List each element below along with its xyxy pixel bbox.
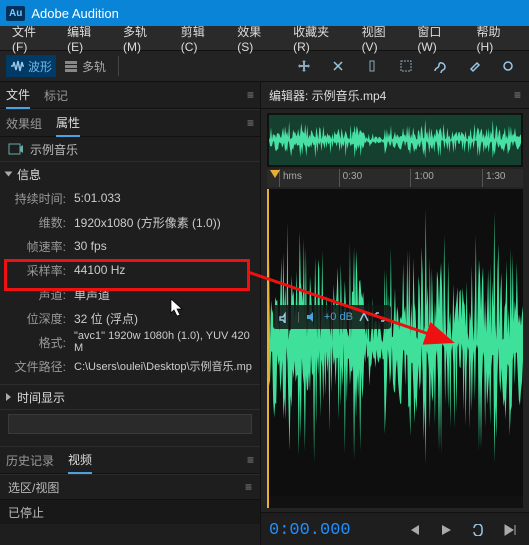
waveform-label: 波形: [28, 58, 52, 75]
menu-view[interactable]: 视图(V): [354, 23, 410, 54]
tool-lasso[interactable]: [425, 55, 455, 77]
timedisplay-section-header[interactable]: 时间显示: [0, 384, 260, 409]
fx-slot[interactable]: [0, 409, 260, 447]
tab-history[interactable]: 历史记录: [6, 448, 54, 473]
skip-button[interactable]: [499, 519, 521, 541]
multitrack-label: 多轨: [82, 58, 106, 75]
disclosure-triangle-icon: [5, 172, 13, 177]
info-dimensions: 维数:1920x1080 (方形像素 (1.0)): [0, 210, 260, 234]
status-bar: 已停止: [0, 499, 260, 524]
tick-label: 0:30: [343, 171, 362, 182]
main-wave-icon: [267, 189, 523, 496]
info-duration: 持续时间:5:01.033: [0, 186, 260, 210]
waveform-display[interactable]: | +0 dB: [267, 189, 523, 508]
editor-header: 编辑器: 示例音乐.mp4 ≡: [261, 82, 529, 109]
overview-waveform[interactable]: [267, 113, 523, 167]
tool-marquee[interactable]: [391, 55, 421, 77]
props-tabrow: 效果组 属性 ≡: [0, 109, 260, 137]
tick-hms: hms: [283, 171, 302, 182]
editor-title: 编辑器: 示例音乐.mp4: [269, 87, 386, 104]
waveform-icon: [10, 59, 24, 73]
expand-icon: [375, 312, 385, 322]
hud-volume[interactable]: | +0 dB: [273, 305, 391, 329]
menu-window[interactable]: 窗口(W): [409, 23, 468, 54]
main-area: 文件 标记 ≡ 效果组 属性 ≡ 示例音乐 信息 持续时间:5:01.033 维…: [0, 82, 529, 545]
selection-view-label: 选区/视图: [8, 479, 59, 496]
left-panel: 文件 标记 ≡ 效果组 属性 ≡ 示例音乐 信息 持续时间:5:01.033 维…: [0, 82, 261, 545]
tool-razor[interactable]: [323, 55, 353, 77]
razor-icon: [331, 59, 345, 73]
info-format: 格式:"avc1" 1920w 1080h (1.0), YUV 420 M: [0, 330, 260, 354]
menu-effects[interactable]: 效果(S): [229, 23, 285, 54]
hud-db-value: +0 dB: [324, 311, 353, 323]
tick-label: 1:30: [486, 171, 505, 182]
overview-wave-icon: [269, 115, 521, 165]
playhead-line: [267, 189, 269, 508]
loop-button[interactable]: [467, 519, 489, 541]
volume-icon: [306, 311, 318, 323]
menu-help[interactable]: 帮助(H): [469, 23, 526, 54]
menu-multitrack[interactable]: 多轨(M): [115, 23, 173, 54]
info-samplerate: 采样率:44100 Hz: [0, 258, 260, 282]
spot-icon: [501, 59, 515, 73]
editor-panel: 编辑器: 示例音乐.mp4 ≡ hms 0:30 1:00 1:30: [261, 82, 529, 545]
multitrack-icon: [64, 59, 78, 73]
menu-edit[interactable]: 编辑(E): [59, 23, 115, 54]
brush-icon: [433, 59, 447, 73]
toolbar: 波形 多轨: [0, 51, 529, 82]
multitrack-view-button[interactable]: 多轨: [60, 55, 110, 77]
tick-label: 1:00: [414, 171, 433, 182]
panel-menu-icon-4[interactable]: ≡: [245, 480, 252, 494]
tool-time[interactable]: [357, 55, 387, 77]
move-icon: [297, 59, 311, 73]
marquee-icon: [399, 59, 413, 73]
app-logo: Au: [6, 6, 25, 21]
info-bitdepth: 位深度:32 位 (浮点): [0, 306, 260, 330]
play-button[interactable]: [435, 519, 457, 541]
panel-menu-icon-3[interactable]: ≡: [247, 453, 254, 467]
disclosure-triangle-icon: [6, 393, 11, 401]
asset-name: 示例音乐: [30, 141, 78, 158]
tool-spot[interactable]: [493, 55, 523, 77]
info-channels: 声道:单声道: [0, 282, 260, 306]
fx-icon: [359, 312, 369, 322]
tool-brush[interactable]: [459, 55, 489, 77]
status-text: 已停止: [8, 504, 44, 521]
asset-row[interactable]: 示例音乐: [0, 137, 260, 161]
tab-properties[interactable]: 属性: [56, 110, 80, 137]
timedisplay-label: 时间显示: [17, 389, 65, 406]
time-select-icon: [365, 59, 379, 73]
tool-move[interactable]: [289, 55, 319, 77]
menu-file[interactable]: 文件(F): [4, 23, 59, 54]
info-filepath: 文件路径:C:\Users\oulei\Desktop\示例音乐.mp4: [0, 354, 260, 378]
app-title: Adobe Audition: [31, 6, 118, 21]
tab-video[interactable]: 视频: [68, 447, 92, 474]
editor-menu-icon[interactable]: ≡: [514, 88, 521, 102]
transport-bar: 0:00.000: [261, 512, 529, 545]
video-file-icon: [8, 142, 24, 156]
timeline-ruler[interactable]: hms 0:30 1:00 1:30: [267, 169, 523, 187]
info-section-header[interactable]: 信息: [0, 161, 260, 186]
info-header-label: 信息: [17, 166, 41, 183]
panel-menu-icon-2[interactable]: ≡: [247, 116, 254, 130]
timecode-display[interactable]: 0:00.000: [269, 521, 351, 540]
file-tabrow: 文件 标记 ≡: [0, 82, 260, 109]
history-tabrow: 历史记录 视频 ≡: [0, 447, 260, 474]
panel-menu-icon[interactable]: ≡: [247, 88, 254, 102]
menu-clip[interactable]: 剪辑(C): [173, 23, 230, 54]
toolbar-divider: [118, 56, 119, 76]
menu-favorites[interactable]: 收藏夹(R): [285, 23, 353, 54]
playhead-icon[interactable]: [269, 169, 281, 187]
waveform-view-button[interactable]: 波形: [6, 55, 56, 77]
goto-start-button[interactable]: [403, 519, 425, 541]
menubar: 文件(F) 编辑(E) 多轨(M) 剪辑(C) 效果(S) 收藏夹(R) 视图(…: [0, 26, 529, 51]
selection-view-row[interactable]: 选区/视图 ≡: [0, 474, 260, 499]
pan-icon: [279, 311, 291, 323]
info-fps: 帧速率:30 fps: [0, 234, 260, 258]
tab-fxgroup[interactable]: 效果组: [6, 111, 42, 136]
tab-files[interactable]: 文件: [6, 82, 30, 109]
tab-markers[interactable]: 标记: [44, 83, 68, 108]
heal-icon: [467, 59, 481, 73]
